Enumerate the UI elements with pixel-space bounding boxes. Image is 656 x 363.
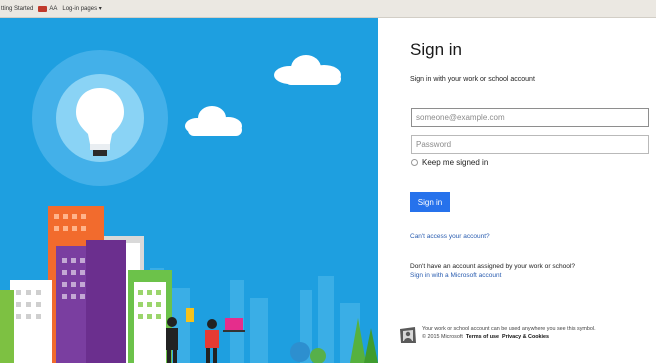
bookmark-login-pages[interactable]: Log-in pages ▾ xyxy=(62,5,101,12)
privacy-link[interactable]: Privacy & Cookies xyxy=(502,334,549,340)
keep-signed-in-checkbox[interactable]: Keep me signed in xyxy=(411,158,488,167)
microsoft-account-link[interactable]: Sign in with a Microsoft account xyxy=(410,272,501,279)
city-illustration xyxy=(0,18,378,363)
keep-signed-in-label: Keep me signed in xyxy=(422,158,489,167)
bookmark-label: AA xyxy=(49,5,58,12)
page-title: Sign in xyxy=(410,40,462,59)
signin-panel: Sign in Sign in with your work or school… xyxy=(378,18,656,363)
cant-access-link[interactable]: Can't access your account? xyxy=(410,233,490,240)
bookmark-label: tting Started xyxy=(1,5,34,12)
bookmarks-bar: tting Started AA Log-in pages ▾ xyxy=(0,0,656,18)
no-account-section: Don't have an account assigned by your w… xyxy=(410,262,575,280)
terms-link[interactable]: Terms of use xyxy=(466,334,499,340)
footer: Your work or school account can be used … xyxy=(399,326,655,344)
bookmark-label: Log-in pages ▾ xyxy=(62,6,102,12)
signin-button[interactable]: Sign in xyxy=(410,192,450,212)
subtitle: Sign in with your work or school account xyxy=(410,76,535,83)
footer-note: Your work or school account can be used … xyxy=(422,326,596,332)
folder-icon xyxy=(38,5,48,12)
work-account-icon xyxy=(400,327,416,343)
copyright: © 2015 Microsoft xyxy=(422,333,463,340)
email-field[interactable] xyxy=(411,108,649,127)
bookmark-aa[interactable]: AA xyxy=(38,5,58,12)
illustration-panel xyxy=(0,18,378,363)
no-account-text: Don't have an account assigned by your w… xyxy=(410,263,576,270)
checkbox-icon[interactable] xyxy=(411,159,418,166)
password-field[interactable] xyxy=(411,135,649,154)
bookmark-getting-started[interactable]: tting Started xyxy=(1,6,33,12)
